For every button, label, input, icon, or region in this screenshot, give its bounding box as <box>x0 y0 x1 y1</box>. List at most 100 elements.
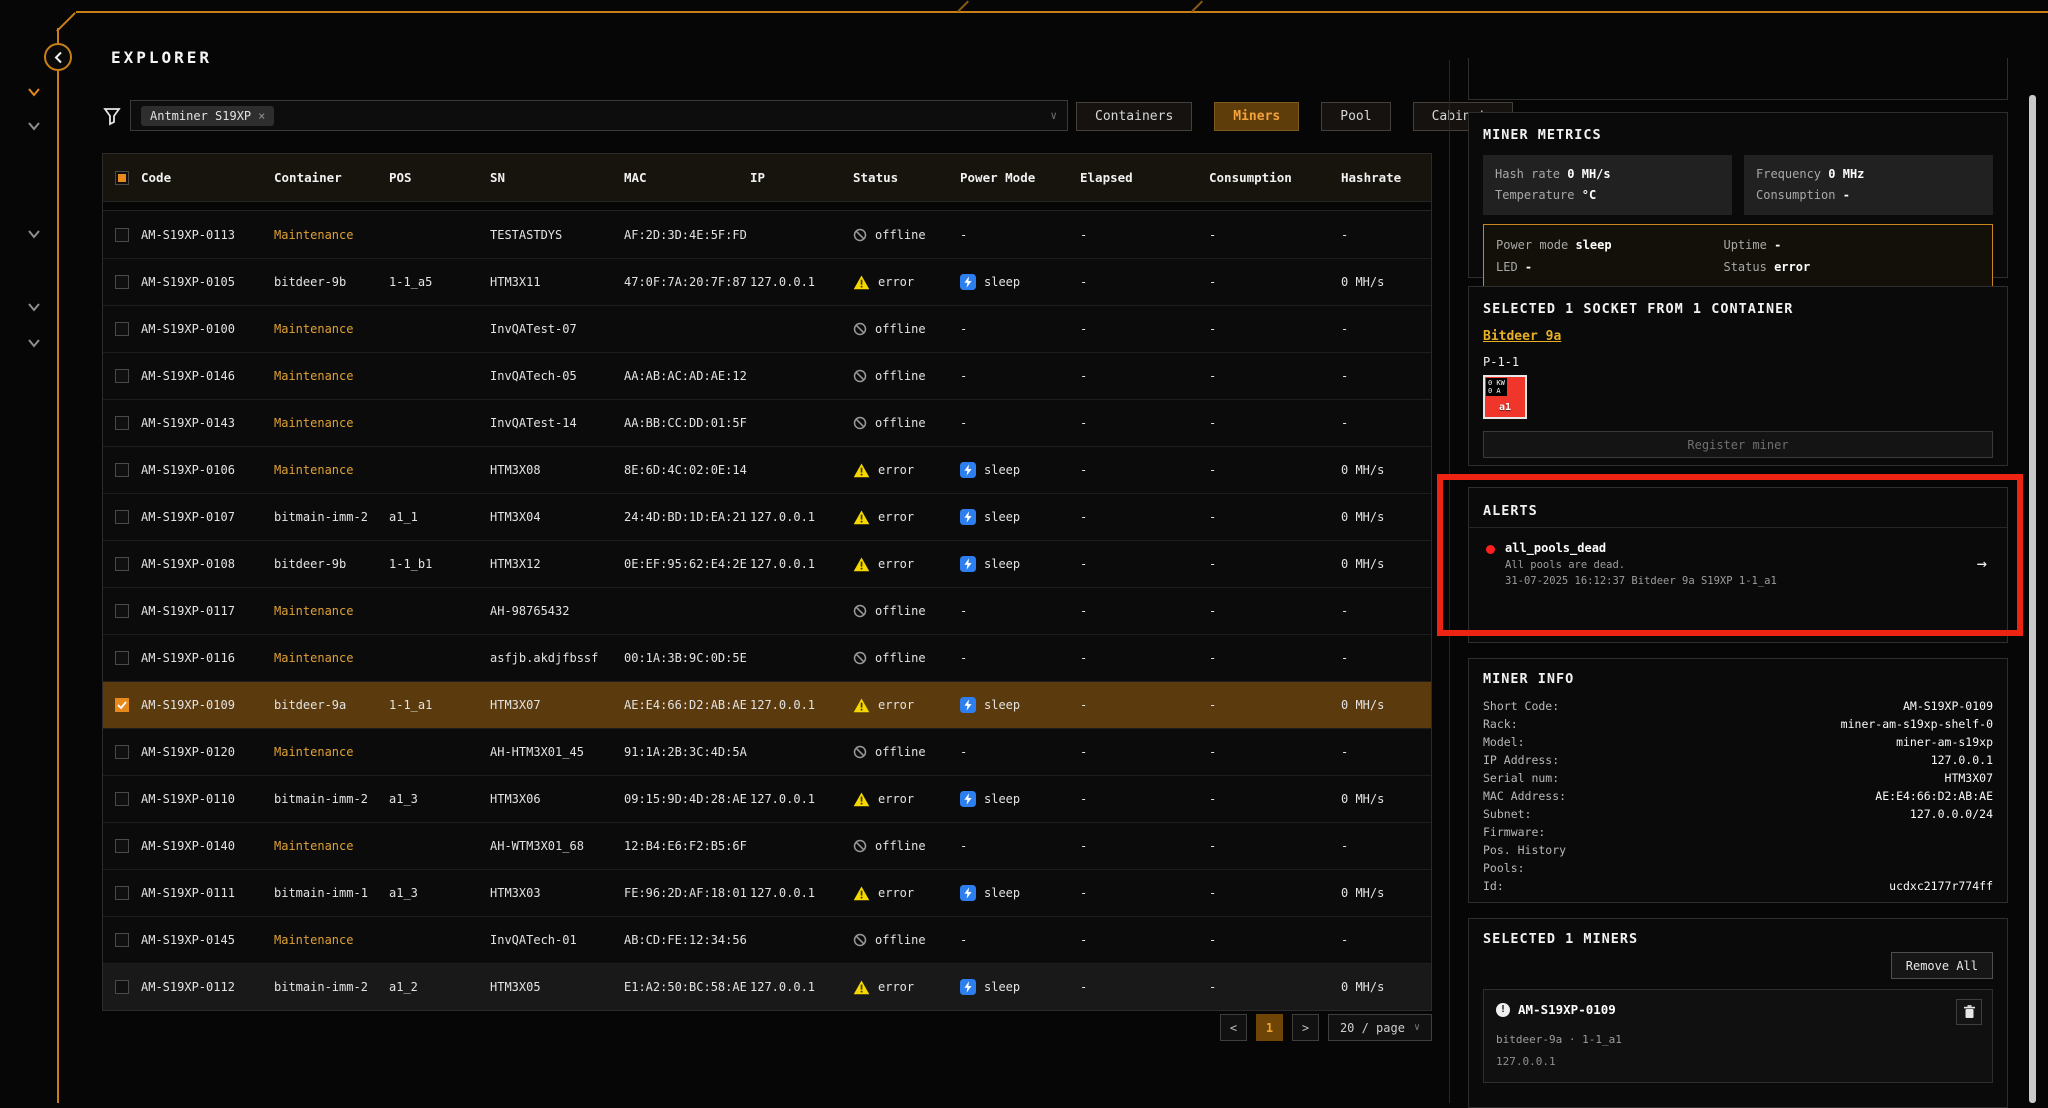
cell-sn: HTM3X08 <box>490 463 624 477</box>
cell-status: offline <box>853 416 960 430</box>
column-header-ip[interactable]: IP <box>750 170 853 185</box>
register-miner-button[interactable]: Register miner <box>1483 431 1993 458</box>
column-header-power-mode[interactable]: Power Mode <box>960 170 1080 185</box>
table-row[interactable]: AM-S19XP-0100 Maintenance InvQATest-07 o… <box>103 305 1431 352</box>
row-checkbox[interactable] <box>115 604 129 618</box>
filter-tag-remove-icon[interactable]: × <box>258 109 265 123</box>
table-row[interactable]: AM-S19XP-0110 bitmain-imm-2 a1_3 HTM3X06… <box>103 775 1431 822</box>
tab-pool[interactable]: Pool <box>1321 102 1390 131</box>
back-button[interactable] <box>44 43 72 71</box>
page-size-select[interactable]: 20 / page ∨ <box>1328 1014 1432 1041</box>
filter-input[interactable]: Antminer S19XP × ∨ <box>130 100 1068 131</box>
cell-elapsed: - <box>1080 463 1209 477</box>
row-checkbox[interactable] <box>115 275 129 289</box>
cell-consumption: - <box>1209 698 1341 712</box>
cell-container: bitdeer-9b <box>274 557 389 571</box>
table-row[interactable]: AM-S19XP-0105 bitdeer-9b 1-1_a5 HTM3X11 … <box>103 258 1431 305</box>
row-checkbox[interactable] <box>115 698 129 712</box>
cell-mac: 09:15:9D:4D:28:AE <box>624 792 750 806</box>
row-checkbox[interactable] <box>115 980 129 994</box>
led-label: LED <box>1496 260 1518 274</box>
row-checkbox[interactable] <box>115 416 129 430</box>
tab-containers[interactable]: Containers <box>1076 102 1192 131</box>
select-all-checkbox[interactable] <box>115 171 129 185</box>
cell-pos: a1_1 <box>389 510 490 524</box>
row-checkbox[interactable] <box>115 228 129 242</box>
cell-container: Maintenance <box>274 839 389 853</box>
cell-container: bitmain-imm-2 <box>274 792 389 806</box>
table-row[interactable]: AM-S19XP-0146 Maintenance InvQATech-05 A… <box>103 352 1431 399</box>
column-header-mac[interactable]: MAC <box>624 170 750 185</box>
sidebar-expand-icon-2[interactable] <box>26 118 42 134</box>
row-checkbox[interactable] <box>115 651 129 665</box>
tab-miners[interactable]: Miners <box>1214 102 1299 131</box>
cell-container: Maintenance <box>274 651 389 665</box>
cell-power-mode: sleep <box>960 509 1080 525</box>
table-row[interactable]: AM-S19XP-0108 bitdeer-9b 1-1_b1 HTM3X12 … <box>103 540 1431 587</box>
table-row[interactable]: AM-S19XP-0117 Maintenance AH-98765432 of… <box>103 587 1431 634</box>
row-checkbox[interactable] <box>115 933 129 947</box>
prev-page-button[interactable]: < <box>1220 1014 1247 1041</box>
column-header-pos[interactable]: POS <box>389 170 490 185</box>
row-checkbox[interactable] <box>115 510 129 524</box>
cell-mac: AB:CD:FE:12:34:56 <box>624 933 750 947</box>
cell-code: AM-S19XP-0108 <box>141 557 274 571</box>
table-row[interactable]: AM-S19XP-0145 Maintenance InvQATech-01 A… <box>103 916 1431 963</box>
socket-meter: 0 KW 0 A <box>1486 378 1507 396</box>
miner-info-row: Subnet:127.0.0.0/24 <box>1483 805 1993 823</box>
row-checkbox[interactable] <box>115 463 129 477</box>
cell-ip: 127.0.0.1 <box>750 510 853 524</box>
row-checkbox[interactable] <box>115 886 129 900</box>
table-row[interactable]: AM-S19XP-0140 Maintenance AH-WTM3X01_68 … <box>103 822 1431 869</box>
cell-status: offline <box>853 369 960 383</box>
cell-hashrate: - <box>1341 933 1433 947</box>
table-row[interactable]: AM-S19XP-0107 bitmain-imm-2 a1_1 HTM3X04… <box>103 493 1431 540</box>
right-panel-scrollbar[interactable] <box>2029 95 2036 1103</box>
remove-all-button[interactable]: Remove All <box>1891 952 1993 979</box>
column-header-status[interactable]: Status <box>853 170 960 185</box>
column-header-container[interactable]: Container <box>274 170 389 185</box>
row-checkbox[interactable] <box>115 792 129 806</box>
selected-miner-ip: 127.0.0.1 <box>1496 1055 1980 1068</box>
column-header-hashrate[interactable]: Hashrate <box>1341 170 1433 185</box>
sidebar-expand-icon-1[interactable] <box>26 84 42 100</box>
table-row[interactable]: AM-S19XP-0112 bitmain-imm-2 a1_2 HTM3X05… <box>103 963 1431 1010</box>
sidebar-expand-icon-3[interactable] <box>26 226 42 242</box>
filter-tag-label: Antminer S19XP <box>150 109 251 123</box>
remove-miner-button[interactable] <box>1956 999 1982 1025</box>
cell-power-mode: - <box>960 604 1080 618</box>
cell-mac: AE:E4:66:D2:AB:AE <box>624 698 750 712</box>
cell-hashrate: 0 MH/s <box>1341 792 1433 806</box>
filter-dropdown-chevron-icon[interactable]: ∨ <box>1050 109 1057 122</box>
cell-consumption: - <box>1209 839 1341 853</box>
next-page-button[interactable]: > <box>1292 1014 1319 1041</box>
cell-container: Maintenance <box>274 463 389 477</box>
table-row[interactable]: AM-S19XP-0111 bitmain-imm-1 a1_3 HTM3X03… <box>103 869 1431 916</box>
table-row[interactable]: AM-S19XP-0116 Maintenance asfjb.akdjfbss… <box>103 634 1431 681</box>
filter-tag[interactable]: Antminer S19XP × <box>141 106 274 126</box>
row-checkbox[interactable] <box>115 745 129 759</box>
table-row[interactable]: AM-S19XP-0113 Maintenance TESTASTDYS AF:… <box>103 211 1431 258</box>
table-row[interactable]: AM-S19XP-0143 Maintenance InvQATest-14 A… <box>103 399 1431 446</box>
column-header-elapsed[interactable]: Elapsed <box>1080 170 1209 185</box>
socket-tile[interactable]: 0 KW 0 A a1 <box>1483 375 1527 419</box>
cell-consumption: - <box>1209 980 1341 994</box>
column-header-code[interactable]: Code <box>141 170 274 185</box>
cell-container: bitdeer-9b <box>274 275 389 289</box>
row-checkbox[interactable] <box>115 369 129 383</box>
row-checkbox[interactable] <box>115 322 129 336</box>
container-link[interactable]: Bitdeer 9a <box>1483 329 1561 344</box>
row-checkbox[interactable] <box>115 557 129 571</box>
table-row[interactable]: AM-S19XP-0106 Maintenance HTM3X08 8E:6D:… <box>103 446 1431 493</box>
column-header-consumption[interactable]: Consumption <box>1209 170 1341 185</box>
table-row[interactable]: AM-S19XP-0120 Maintenance AH-HTM3X01_45 … <box>103 728 1431 775</box>
column-header-sn[interactable]: SN <box>490 170 624 185</box>
row-checkbox[interactable] <box>115 839 129 853</box>
offline-icon <box>853 228 867 242</box>
table-row[interactable]: AM-S19XP-0109 bitdeer-9a 1-1_a1 HTM3X07 … <box>103 681 1431 728</box>
sidebar-expand-icon-4[interactable] <box>26 299 42 315</box>
sidebar-expand-icon-5[interactable] <box>26 335 42 351</box>
cell-power-mode: sleep <box>960 556 1080 572</box>
current-page-button[interactable]: 1 <box>1256 1014 1283 1041</box>
cell-container: Maintenance <box>274 416 389 430</box>
